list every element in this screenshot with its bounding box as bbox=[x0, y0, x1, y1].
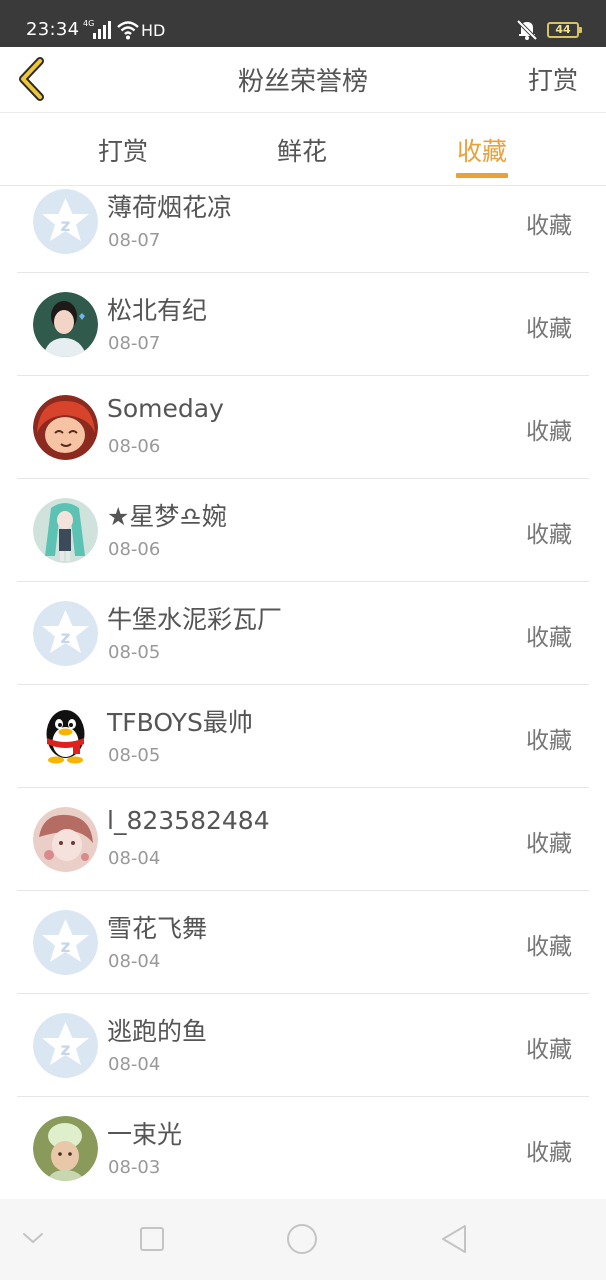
fan-action: 收藏 bbox=[526, 1140, 572, 1166]
wifi-icon bbox=[117, 21, 139, 40]
hd-label: HD bbox=[141, 21, 166, 40]
fan-action: 收藏 bbox=[526, 316, 572, 342]
fan-action: 收藏 bbox=[526, 213, 572, 239]
list-item[interactable]: TFBOYS最帅 08-05 收藏 bbox=[17, 685, 589, 788]
svg-text:z: z bbox=[61, 1040, 71, 1060]
list-item[interactable]: z 薄荷烟花凉 08-07 收藏 bbox=[17, 170, 589, 273]
fan-date: 08-04 bbox=[108, 848, 161, 869]
fan-action: 收藏 bbox=[526, 419, 572, 445]
list-item[interactable]: ★星梦♎婉 08-06 收藏 bbox=[17, 479, 589, 582]
anime-avatar-icon bbox=[33, 395, 98, 460]
list-item[interactable]: z 雪花飞舞 08-04 收藏 bbox=[17, 891, 589, 994]
fan-action: 收藏 bbox=[526, 625, 572, 651]
list-item[interactable]: z 逃跑的鱼 08-04 收藏 bbox=[17, 994, 589, 1097]
tab-flowers[interactable]: 鲜花 bbox=[277, 132, 327, 168]
reward-button[interactable]: 打赏 bbox=[528, 61, 578, 97]
default-avatar-icon: z bbox=[33, 1013, 98, 1078]
fan-date: 08-07 bbox=[108, 333, 161, 354]
default-avatar-icon: z bbox=[33, 601, 98, 666]
illustration-avatar-icon bbox=[33, 807, 98, 872]
fan-name: TFBOYS最帅 bbox=[107, 708, 253, 737]
anime-avatar-icon bbox=[33, 498, 98, 563]
list-item[interactable]: 一束光 08-03 收藏 bbox=[17, 1097, 589, 1200]
fan-date: 08-03 bbox=[108, 1157, 161, 1178]
system-nav-bar bbox=[0, 1199, 606, 1280]
svg-text:z: z bbox=[61, 937, 71, 957]
photo-avatar-icon bbox=[33, 292, 98, 357]
fan-name: 逃跑的鱼 bbox=[107, 1017, 208, 1046]
fan-list: z 薄荷烟花凉 08-07 收藏 松北有纪 08-07 收藏 Someday 0… bbox=[17, 170, 589, 1200]
default-avatar-icon: z bbox=[33, 189, 98, 254]
fan-date: 08-06 bbox=[108, 539, 161, 560]
fan-date: 08-07 bbox=[108, 230, 161, 251]
back-icon[interactable] bbox=[440, 1223, 468, 1255]
list-item[interactable]: l_823582484 08-04 收藏 bbox=[17, 788, 589, 891]
fan-name: l_823582484 bbox=[107, 806, 270, 835]
status-bar: 23:34 4G HD 44 bbox=[0, 0, 606, 47]
battery-level: 44 bbox=[555, 23, 571, 36]
fan-date: 08-04 bbox=[108, 1054, 161, 1075]
fan-name: 薄荷烟花凉 bbox=[107, 193, 233, 222]
tab-label: 鲜花 bbox=[277, 137, 328, 166]
fan-action: 收藏 bbox=[526, 831, 572, 857]
fan-action: 收藏 bbox=[526, 522, 572, 548]
svg-text:z: z bbox=[61, 216, 71, 236]
tab-favorites[interactable]: 收藏 bbox=[456, 132, 509, 178]
fan-action: 收藏 bbox=[526, 934, 572, 960]
fan-name: 松北有纪 bbox=[107, 296, 208, 325]
photo-avatar-icon bbox=[33, 1116, 98, 1181]
status-time: 23:34 bbox=[26, 19, 80, 40]
tab-reward[interactable]: 打赏 bbox=[98, 132, 148, 168]
home-icon[interactable] bbox=[286, 1223, 318, 1255]
fan-name: ★星梦♎婉 bbox=[107, 502, 227, 531]
fan-name: 一束光 bbox=[107, 1120, 183, 1149]
fan-date: 08-06 bbox=[108, 436, 161, 457]
fan-date: 08-05 bbox=[108, 642, 161, 663]
fan-name: Someday bbox=[107, 394, 224, 423]
page-title: 粉丝荣誉榜 bbox=[237, 67, 368, 97]
header-bar: 粉丝荣誉榜 打赏 bbox=[0, 47, 606, 113]
svg-text:z: z bbox=[61, 628, 71, 648]
tab-label: 收藏 bbox=[457, 137, 508, 166]
battery-icon: 44 bbox=[547, 22, 582, 38]
list-item[interactable]: Someday 08-06 收藏 bbox=[17, 376, 589, 479]
network-type: 4G bbox=[83, 19, 95, 28]
fan-name: 牛堡水泥彩瓦厂 bbox=[107, 605, 283, 634]
cell-signal-icon: 4G bbox=[83, 19, 111, 39]
fan-date: 08-05 bbox=[108, 745, 161, 766]
fan-date: 08-04 bbox=[108, 951, 161, 972]
tab-label: 打赏 bbox=[98, 137, 149, 166]
recents-icon[interactable] bbox=[139, 1226, 165, 1252]
fan-action: 收藏 bbox=[526, 728, 572, 754]
fan-action: 收藏 bbox=[526, 1037, 572, 1063]
mute-bell-icon bbox=[516, 19, 538, 41]
list-item[interactable]: 松北有纪 08-07 收藏 bbox=[17, 273, 589, 376]
collapse-icon[interactable] bbox=[22, 1231, 44, 1245]
list-item[interactable]: z 牛堡水泥彩瓦厂 08-05 收藏 bbox=[17, 582, 589, 685]
fan-name: 雪花飞舞 bbox=[107, 914, 208, 943]
default-avatar-icon: z bbox=[33, 910, 98, 975]
penguin-avatar-icon bbox=[33, 704, 98, 769]
